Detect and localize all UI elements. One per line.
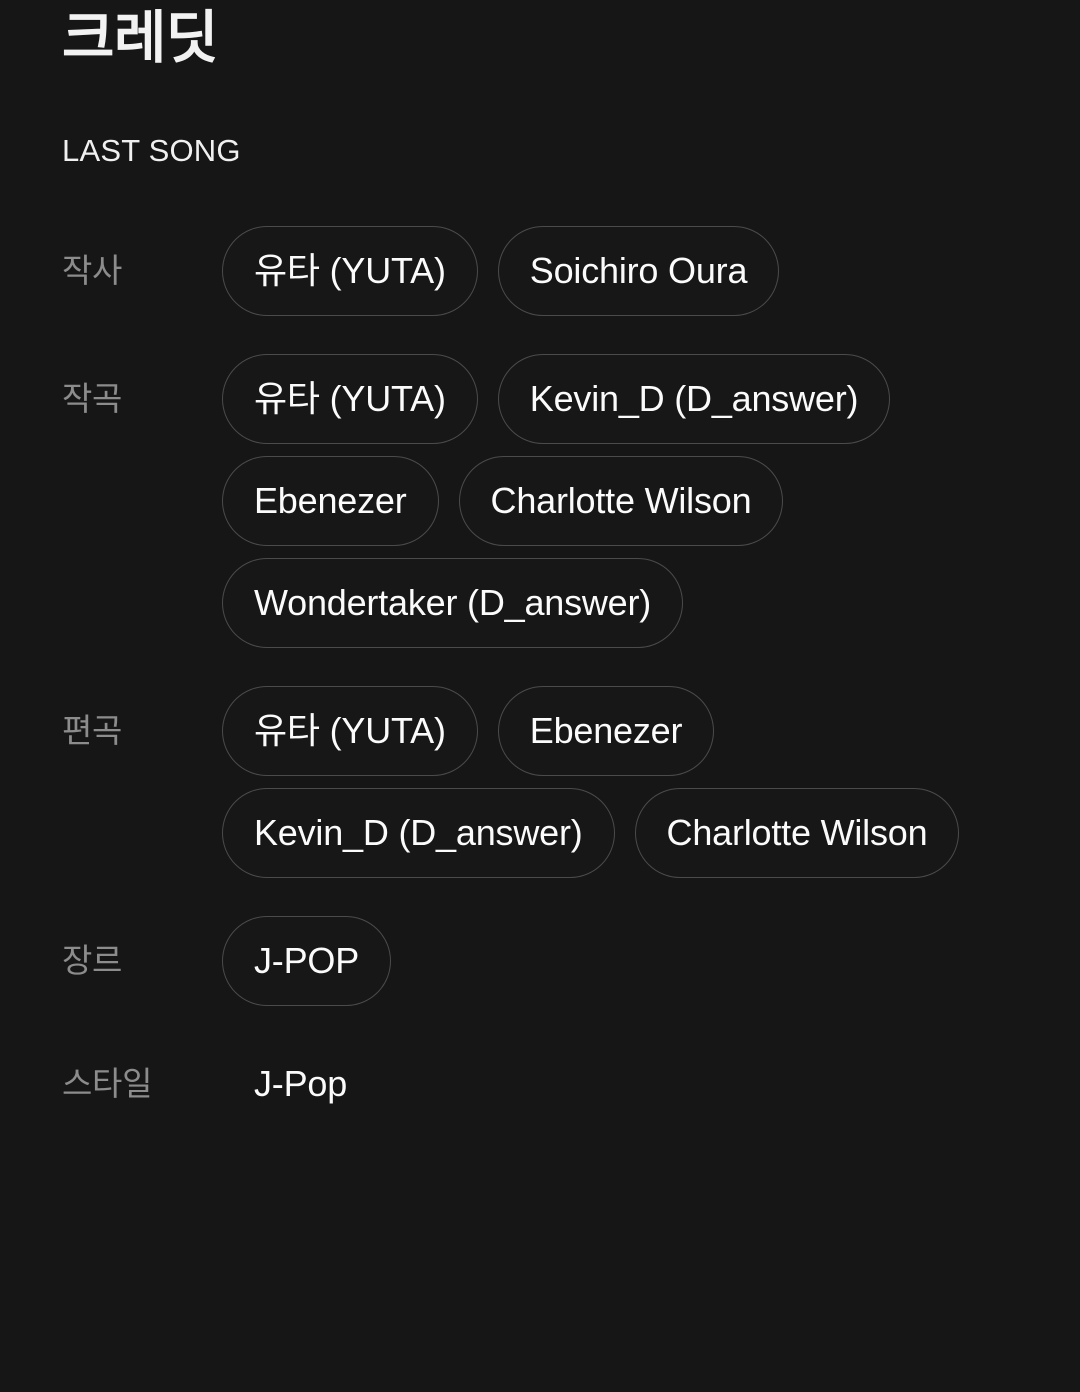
credit-value-text: J-Pop xyxy=(254,1063,348,1104)
credit-label-genre: 장르 xyxy=(62,942,123,979)
credit-pill[interactable]: Charlotte Wilson xyxy=(458,456,784,546)
credit-pill[interactable]: 유타 (YUTA) xyxy=(222,354,478,444)
credit-values-style: J-Pop xyxy=(222,1048,1040,1120)
credit-values-genre: J-POP xyxy=(222,916,1040,1006)
credit-pill[interactable]: Ebenezer xyxy=(222,456,439,546)
credit-pill[interactable]: Charlotte Wilson xyxy=(634,788,960,878)
credit-pill[interactable]: Kevin_D (D_answer) xyxy=(497,354,891,444)
credit-row-style: 스타일 J-Pop xyxy=(0,1048,1080,1120)
credit-values-arranger: 유타 (YUTA) Ebenezer Kevin_D (D_answer) Charl… xyxy=(222,686,1040,878)
credit-pill[interactable]: J-POP xyxy=(222,916,392,1006)
credit-row-arranger: 편곡 유타 (YUTA) Ebenezer Kevin_D (D_answer) Cha… xyxy=(0,686,1080,878)
credit-values-composer: 유타 (YUTA) Kevin_D (D_answer) Ebenezer Charl… xyxy=(222,354,1040,648)
credits-screen: 크레딧 LAST SONG 작사 유타 (YUTA) Soichiro Oura 작곡… xyxy=(0,0,1080,1392)
credit-label-arranger: 편곡 xyxy=(62,712,123,749)
credit-pill[interactable]: 유타 (YUTA) xyxy=(222,226,478,316)
credit-pill[interactable]: Ebenezer xyxy=(497,686,715,776)
credit-pill[interactable]: Kevin_D (D_answer) xyxy=(222,788,615,878)
page-title: 크레딧 xyxy=(62,6,218,70)
credit-pill[interactable]: Wondertaker (D_answer) xyxy=(222,558,684,648)
credit-row-lyricist: 작사 유타 (YUTA) Soichiro Oura xyxy=(0,226,1080,316)
credit-label-style: 스타일 xyxy=(62,1065,153,1102)
credit-label-composer: 작곡 xyxy=(62,380,123,417)
credit-label-lyricist: 작사 xyxy=(62,252,123,289)
credit-row-genre: 장르 J-POP xyxy=(0,916,1080,1006)
credit-list: 작사 유타 (YUTA) Soichiro Oura 작곡 유타 (YUTA) Kevin… xyxy=(0,226,1080,1120)
credit-row-composer: 작곡 유타 (YUTA) Kevin_D (D_answer) Ebenezer Cha… xyxy=(0,354,1080,648)
credit-values-lyricist: 유타 (YUTA) Soichiro Oura xyxy=(222,226,1040,316)
credit-pill[interactable]: Soichiro Oura xyxy=(497,226,780,316)
credit-pill[interactable]: 유타 (YUTA) xyxy=(222,686,478,776)
song-title: LAST SONG xyxy=(62,133,241,168)
